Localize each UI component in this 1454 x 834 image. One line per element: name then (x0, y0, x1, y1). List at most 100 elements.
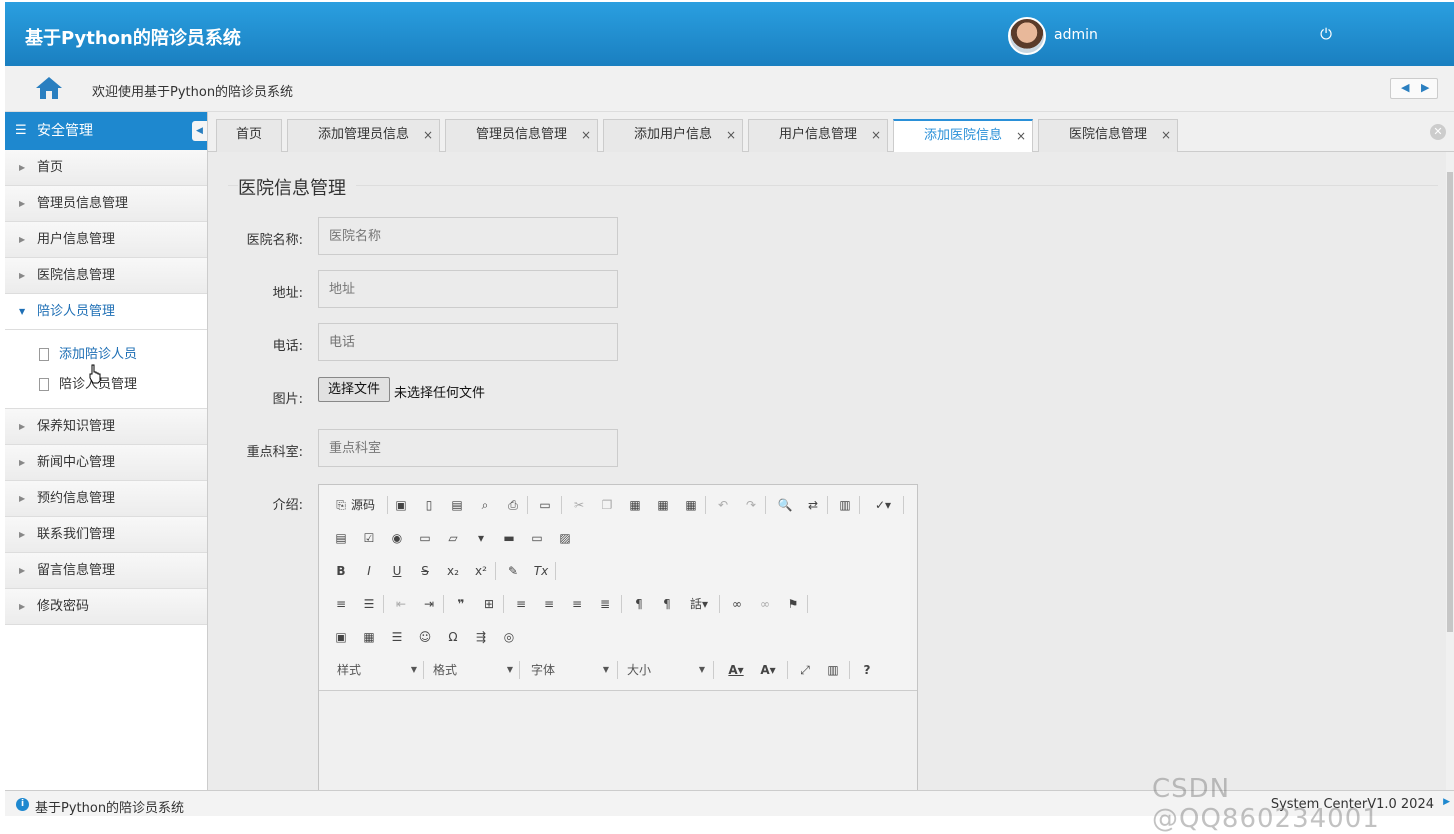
scrollbar-thumb[interactable] (1447, 172, 1453, 632)
textfield-icon[interactable]: ▭ (415, 528, 435, 548)
font-combo[interactable]: 字体 ▼ (531, 659, 609, 681)
chevron-right-icon[interactable]: ▶ (1421, 81, 1429, 94)
sidebar-item-knowledge[interactable]: ▶ 保养知识管理 (5, 409, 207, 445)
username[interactable]: admin (1054, 27, 1098, 43)
redo-icon[interactable]: ↷ (741, 495, 761, 515)
home-icon[interactable] (35, 76, 63, 100)
maximize-icon[interactable]: ⤢ (795, 660, 815, 680)
table-icon[interactable]: ▦ (359, 627, 379, 647)
underline-icon[interactable]: U (387, 561, 407, 581)
sidebar-item-booking[interactable]: ▶ 预约信息管理 (5, 481, 207, 517)
ltr-icon[interactable]: ¶ (629, 594, 649, 614)
tab-hospital-manage[interactable]: 医院信息管理 × (1038, 119, 1178, 152)
text-color-icon[interactable]: A▾ (723, 660, 749, 680)
unlink-icon[interactable]: ∞ (755, 594, 775, 614)
button-icon[interactable]: ▬ (499, 528, 519, 548)
power-icon[interactable]: ⏻ (1318, 26, 1334, 42)
paste-word-icon[interactable]: ▦ (681, 495, 701, 515)
new-page-icon[interactable]: ▯ (419, 495, 439, 515)
align-center-icon[interactable]: ≡ (539, 594, 559, 614)
undo-icon[interactable]: ↶ (713, 495, 733, 515)
iframe-globe-icon[interactable]: ◎ (499, 627, 519, 647)
replace-icon[interactable]: ⇄ (803, 495, 823, 515)
sidebar-item-news[interactable]: ▶ 新闻中心管理 (5, 445, 207, 481)
cut-icon[interactable]: ✂ (569, 495, 589, 515)
sidebar-item-users[interactable]: ▶ 用户信息管理 (5, 222, 207, 258)
preview-icon[interactable]: ⌕ (475, 495, 495, 515)
sidebar-item-password[interactable]: ▶ 修改密码 (5, 589, 207, 625)
checkbox-icon[interactable]: ☑ (359, 528, 379, 548)
image-button-icon[interactable]: ▭ (527, 528, 547, 548)
submenu-item-manage-escort[interactable]: 陪诊人员管理 (5, 370, 207, 400)
select-icon[interactable]: ▾ (471, 528, 491, 548)
italic-icon[interactable]: I (359, 561, 379, 581)
bold-icon[interactable]: B (331, 561, 351, 581)
copy-icon[interactable]: ❐ (597, 495, 617, 515)
tab-add-hospital[interactable]: 添加医院信息 × (893, 119, 1033, 153)
style-combo[interactable]: 样式 ▼ (337, 659, 417, 681)
anchor-flag-icon[interactable]: ⚑ (783, 594, 803, 614)
hidden-field-icon[interactable]: ▨ (555, 528, 575, 548)
image-icon[interactable]: ▣ (331, 627, 351, 647)
sidebar-item-messages[interactable]: ▶ 留言信息管理 (5, 553, 207, 589)
editor-body[interactable] (319, 692, 917, 790)
spellcheck-icon[interactable]: ✓▾ (869, 495, 897, 515)
close-icon[interactable]: × (581, 120, 591, 150)
sidebar-item-escort[interactable]: ▼ 陪诊人员管理 (5, 294, 207, 330)
numbered-list-icon[interactable]: ≡ (331, 594, 351, 614)
print-icon[interactable]: ⎙ (503, 495, 523, 515)
language-icon[interactable]: 話▾ (685, 594, 713, 614)
sidebar-item-home[interactable]: ▶ 首页 (5, 150, 207, 186)
close-icon[interactable]: × (1161, 120, 1171, 150)
select-all-icon[interactable]: ▥ (835, 495, 855, 515)
bg-color-icon[interactable]: A▾ (755, 660, 781, 680)
remove-format-icon[interactable]: Tx (531, 561, 551, 581)
show-blocks-icon[interactable]: ▥ (823, 660, 843, 680)
paste-icon[interactable]: ▦ (625, 495, 645, 515)
vertical-scrollbar[interactable] (1446, 152, 1454, 790)
radio-icon[interactable]: ◉ (387, 528, 407, 548)
subscript-icon[interactable]: x₂ (443, 561, 463, 581)
sidebar-item-admin[interactable]: ▶ 管理员信息管理 (5, 186, 207, 222)
format-combo[interactable]: 格式 ▼ (433, 659, 513, 681)
phone-input[interactable] (318, 323, 618, 361)
align-left-icon[interactable]: ≡ (511, 594, 531, 614)
address-input[interactable] (318, 270, 618, 308)
choose-file-button[interactable]: 选择文件 (318, 377, 390, 402)
submenu-item-add-escort[interactable]: 添加陪诊人员 (5, 340, 207, 370)
sidebar-item-hospital[interactable]: ▶ 医院信息管理 (5, 258, 207, 294)
size-combo[interactable]: 大小 ▼ (627, 659, 705, 681)
sidebar-item-contact[interactable]: ▶ 联系我们管理 (5, 517, 207, 553)
find-icon[interactable]: 🔍 (775, 495, 795, 515)
indent-icon[interactable]: ⇥ (419, 594, 439, 614)
tab-add-admin[interactable]: 添加管理员信息 × (287, 119, 440, 152)
close-icon[interactable]: × (1016, 121, 1026, 151)
hospital-name-input[interactable] (318, 217, 618, 255)
copy-format-icon[interactable]: ✎ (503, 561, 523, 581)
bulleted-list-icon[interactable]: ☰ (359, 594, 379, 614)
key-department-input[interactable] (318, 429, 618, 467)
align-right-icon[interactable]: ≡ (567, 594, 587, 614)
tab-nav-arrows[interactable]: ◀ ▶ (1390, 78, 1438, 99)
tab-admin-manage[interactable]: 管理员信息管理 × (445, 119, 598, 152)
close-icon[interactable]: × (726, 120, 736, 150)
chevron-left-icon[interactable]: ◀ (1401, 81, 1409, 94)
tab-home[interactable]: 首页 (216, 119, 282, 152)
templates-icon[interactable]: ▭ (535, 495, 555, 515)
tab-add-user[interactable]: 添加用户信息 × (603, 119, 743, 152)
blockquote-icon[interactable]: ❞ (451, 594, 471, 614)
justify-icon[interactable]: ≣ (595, 594, 615, 614)
superscript-icon[interactable]: x² (471, 561, 491, 581)
user-avatar[interactable] (1008, 17, 1046, 55)
close-icon[interactable]: × (423, 120, 433, 150)
outdent-icon[interactable]: ⇤ (391, 594, 411, 614)
source-button[interactable]: 源码 (351, 495, 375, 515)
div-container-icon[interactable]: ⊞ (479, 594, 499, 614)
horizontal-rule-icon[interactable]: ☰ (387, 627, 407, 647)
rtl-icon[interactable]: ¶ (657, 594, 677, 614)
help-icon[interactable]: ? (857, 660, 877, 680)
source-icon[interactable]: ⎘ (331, 495, 351, 515)
special-char-icon[interactable]: Ω (443, 627, 463, 647)
smiley-icon[interactable]: ☺ (415, 627, 435, 647)
form-icon[interactable]: ▤ (331, 528, 351, 548)
